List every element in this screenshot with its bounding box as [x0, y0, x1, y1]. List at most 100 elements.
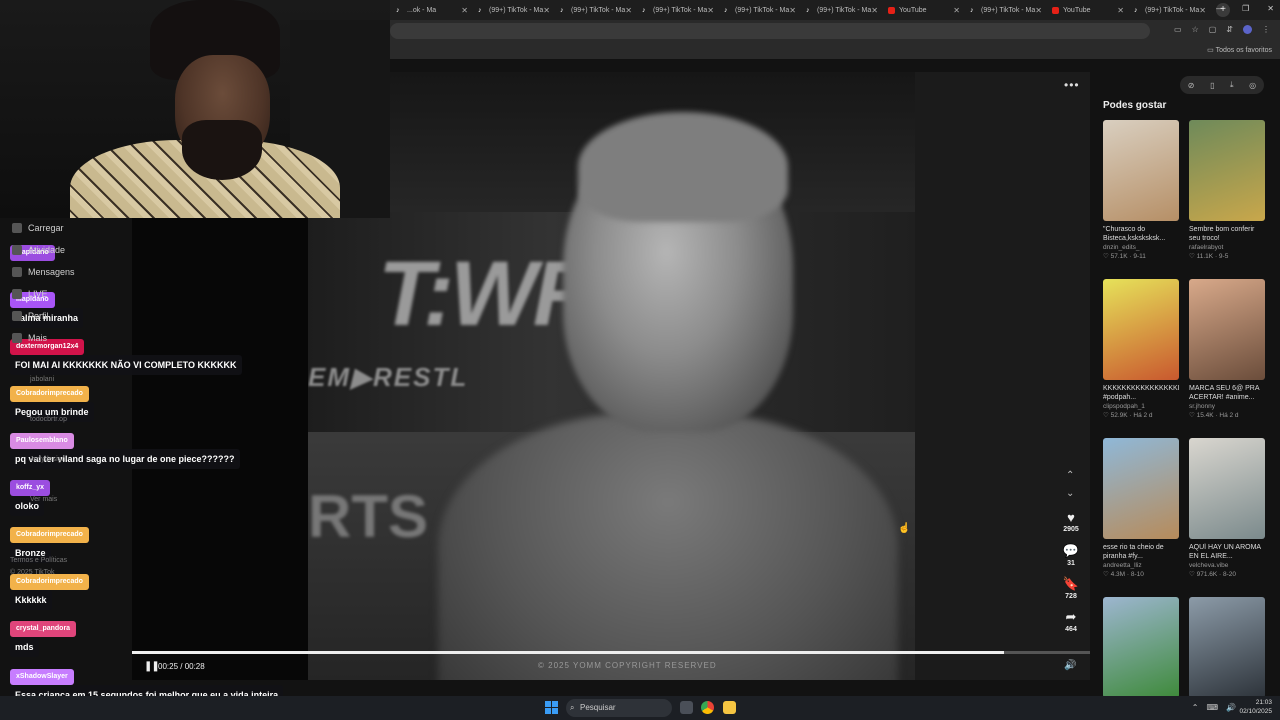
- tab-close-icon[interactable]: ✕: [1199, 6, 1206, 15]
- tab-close-icon[interactable]: ✕: [871, 6, 878, 15]
- following-account[interactable]: Jodydesign: [30, 456, 65, 463]
- next-video-icon[interactable]: ⌄: [1066, 488, 1074, 499]
- recommendation-author[interactable]: clipspodpah_1: [1103, 403, 1179, 410]
- recommendation-author[interactable]: dnzin_edits_: [1103, 244, 1179, 251]
- video-copyright-text: © 2025 YOMM COPYRIGHT RESERVED: [538, 661, 717, 670]
- profile-avatar[interactable]: [1243, 25, 1252, 34]
- more-options-icon[interactable]: •••: [1064, 78, 1080, 92]
- sidebar-item-label: LIVE: [28, 289, 48, 299]
- youtube-icon: [1052, 6, 1059, 14]
- maximize-icon[interactable]: ❐: [1242, 4, 1249, 13]
- recommendation-card[interactable]: MARCA SEU 6@ PRA ACERTAR! #anime... sr.jh…: [1189, 279, 1265, 419]
- extensions-icon[interactable]: ▢: [1209, 25, 1217, 34]
- minimize-icon[interactable]: —: [1216, 4, 1224, 13]
- keyboard-icon[interactable]: ⌨: [1206, 703, 1218, 712]
- nav-icon: [12, 267, 22, 277]
- browser-tab[interactable]: ♪ (99+) TikTok - Ma ✕: [1128, 0, 1210, 20]
- tab-close-icon[interactable]: ✕: [1117, 6, 1124, 15]
- stream-chat-overlay: lilapidano lilapidano calma miranha dexterm…: [0, 0, 300, 720]
- chat-username: xShadowSlayer: [10, 669, 74, 685]
- previous-video-icon[interactable]: ⌃: [1066, 470, 1074, 481]
- browser-tab-title: (99+) TikTok - Ma: [981, 6, 1036, 14]
- menu-icon[interactable]: ⋮: [1262, 25, 1270, 34]
- recommendation-card[interactable]: [1103, 597, 1179, 698]
- file-explorer-icon[interactable]: [723, 701, 736, 714]
- volume-icon[interactable]: 🔊: [1064, 660, 1076, 671]
- browser-tab[interactable]: ♪ (99+) TikTok - Ma ✕: [718, 0, 800, 20]
- sidebar-icon[interactable]: ⇵: [1226, 25, 1233, 34]
- system-clock[interactable]: 21:03 02/10/2025: [1239, 698, 1272, 716]
- tiktok-icon: ♪: [560, 6, 564, 14]
- recommendation-author[interactable]: andreetta_lliz: [1103, 562, 1179, 569]
- recommendation-card[interactable]: AQUÍ HAY UN AROMA EN EL AIRE... velcheva.…: [1189, 438, 1265, 578]
- recommendation-author[interactable]: velcheva.vibe: [1189, 562, 1265, 569]
- browser-tab[interactable]: ♪ (99+) TikTok - Ma ✕: [964, 0, 1046, 20]
- nav-icon: [12, 289, 22, 299]
- recommendation-card[interactable]: KKKKKKKKKKKKKKKKK #podpah... clipspodpah_…: [1103, 279, 1179, 419]
- recommendation-thumbnail[interactable]: [1189, 597, 1265, 698]
- chat-message: mds: [10, 637, 39, 657]
- comment-count: 31: [1067, 560, 1075, 567]
- following-account[interactable]: todocbrtr.op: [30, 416, 67, 423]
- recommendation-card[interactable]: Sembre bom conferir seu troco! rafaelraby…: [1189, 120, 1265, 260]
- save-button[interactable]: 🔖 728: [1058, 576, 1084, 600]
- share-button[interactable]: ➦ 464: [1058, 609, 1084, 633]
- following-account[interactable]: jabolani: [30, 376, 54, 383]
- chrome-icon[interactable]: [701, 701, 714, 714]
- tab-close-icon[interactable]: ✕: [461, 6, 468, 15]
- following-account[interactable]: Ver mais: [30, 496, 57, 503]
- recommendation-thumbnail[interactable]: [1103, 438, 1179, 539]
- recommendation-thumbnail[interactable]: [1103, 279, 1179, 380]
- recommendation-thumbnail[interactable]: [1103, 597, 1179, 698]
- tab-close-icon[interactable]: ✕: [625, 6, 632, 15]
- sidebar-item[interactable]: LIVE: [12, 289, 48, 299]
- recommendation-card[interactable]: esse rio ta cheio de piranha #fy... andre…: [1103, 438, 1179, 578]
- browser-tab[interactable]: YouTube ✕: [882, 0, 964, 20]
- browser-tab[interactable]: ♪ (99+) TikTok - Ma ✕: [554, 0, 636, 20]
- recommendation-card[interactable]: [1189, 597, 1265, 698]
- like-button[interactable]: ♥ 2905: [1058, 510, 1084, 533]
- address-bar[interactable]: [390, 23, 1150, 39]
- recommendation-author[interactable]: sr.jhonny: [1189, 403, 1265, 410]
- all-bookmarks-label: Todos os favoritos: [1215, 47, 1272, 54]
- recommendation-thumbnail[interactable]: [1189, 438, 1265, 539]
- browser-tab[interactable]: ♪ (99+) TikTok - Ma ✕: [800, 0, 882, 20]
- recommendation-thumbnail[interactable]: [1189, 120, 1265, 221]
- sidebar-item[interactable]: Atividade: [12, 245, 65, 255]
- footer-link[interactable]: © 2025 TikTok: [10, 569, 54, 576]
- browser-tab[interactable]: YouTube ✕: [1046, 0, 1128, 20]
- tab-close-icon[interactable]: ✕: [953, 6, 960, 15]
- recommendation-stats: ♡ 11.1K · 9-5: [1189, 253, 1229, 260]
- browser-tab[interactable]: ♪ (99+) TikTok - Ma ✕: [472, 0, 554, 20]
- device-icon[interactable]: ▯: [1210, 81, 1214, 90]
- start-button[interactable]: [545, 701, 558, 714]
- block-icon[interactable]: ⊘: [1188, 81, 1195, 90]
- tab-close-icon[interactable]: ✕: [707, 6, 714, 15]
- settings-icon[interactable]: ◎: [1249, 81, 1256, 90]
- tab-close-icon[interactable]: ✕: [1035, 6, 1042, 15]
- sidebar-item[interactable]: Perfil: [12, 311, 49, 321]
- bookmark-star-icon[interactable]: ☆: [1192, 25, 1199, 34]
- cast-icon[interactable]: ▭: [1174, 25, 1182, 34]
- download-icon[interactable]: ⤓: [1230, 80, 1234, 90]
- sidebar-item[interactable]: Mais: [12, 333, 47, 343]
- recommendation-thumbnail[interactable]: [1103, 120, 1179, 221]
- browser-tab[interactable]: ♪ (99+) TikTok - Ma ✕: [636, 0, 718, 20]
- sidebar-item[interactable]: Carregar: [12, 223, 64, 233]
- taskbar-search[interactable]: ⌕ Pesquisar: [566, 699, 672, 717]
- recommendation-thumbnail[interactable]: [1189, 279, 1265, 380]
- tab-close-icon[interactable]: ✕: [789, 6, 796, 15]
- recommendation-author[interactable]: rafaelrabyot: [1189, 244, 1265, 251]
- browser-tab[interactable]: ♪ ...ok - Ma ✕: [390, 0, 472, 20]
- footer-link[interactable]: Termos e Políticas: [10, 557, 67, 564]
- all-bookmarks-link[interactable]: ▭ Todos os favoritos: [1207, 46, 1272, 54]
- sidebar-item[interactable]: Mensagens: [12, 267, 75, 277]
- tray-expand-icon[interactable]: ⌃: [1192, 703, 1199, 712]
- recommendation-card[interactable]: "Churasco do Bisteca,ksksksksk... dnzin_e…: [1103, 120, 1179, 260]
- tiktok-icon: ♪: [396, 6, 400, 14]
- close-icon[interactable]: ✕: [1267, 4, 1274, 13]
- task-view-icon[interactable]: [680, 701, 693, 714]
- comment-button[interactable]: 💬 31: [1058, 543, 1084, 567]
- speaker-icon[interactable]: 🔊: [1226, 703, 1236, 712]
- tab-close-icon[interactable]: ✕: [543, 6, 550, 15]
